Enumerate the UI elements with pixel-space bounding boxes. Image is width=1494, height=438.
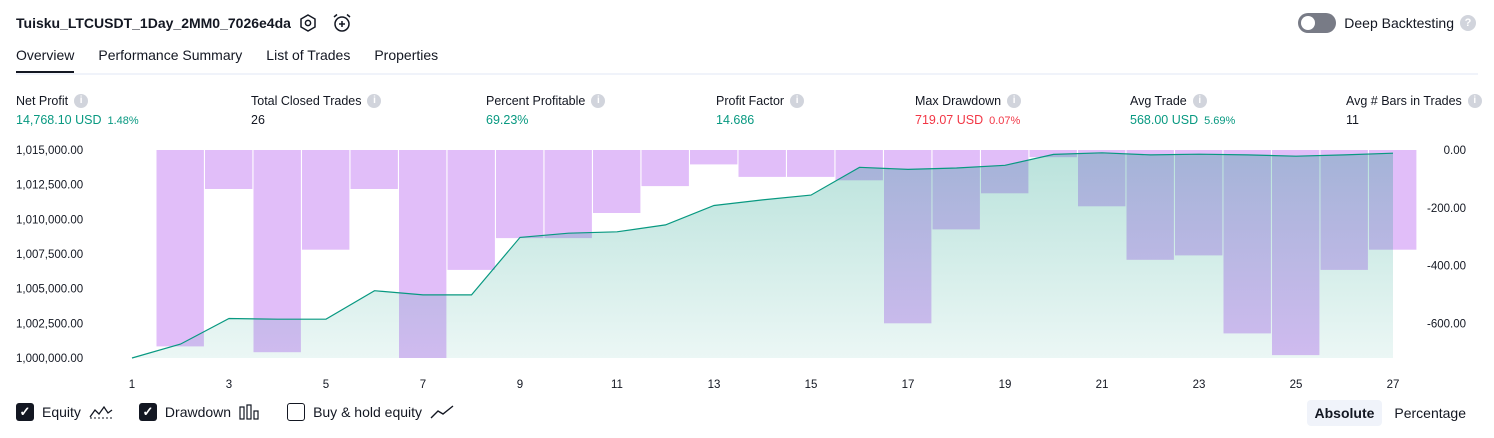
buy-hold-checkbox[interactable] (287, 403, 306, 421)
drawdown-bar (156, 150, 204, 347)
mode-percentage[interactable]: Percentage (1386, 400, 1474, 426)
drawdown-bar (302, 150, 350, 250)
metric-label: Avg # Bars in Trades (1346, 94, 1462, 108)
drawdown-bar (593, 150, 641, 213)
metric-label: Profit Factor (716, 94, 785, 108)
metric-sub: 1.48% (107, 115, 139, 127)
metric-value: 14,768.10 USD (16, 113, 102, 127)
equity-drawdown-chart[interactable]: 1,015,000.00 1,012,500.00 1,010,000.00 1,00… (0, 136, 1494, 396)
x-tick-label: 5 (323, 379, 329, 391)
x-tick-label: 17 (902, 379, 915, 391)
x-tick-label: 25 (1290, 379, 1303, 391)
drawdown-checkbox[interactable]: ✓ (138, 403, 157, 421)
deep-backtesting-label: Deep Backtesting (1344, 15, 1454, 31)
tab-properties[interactable]: Properties (374, 47, 438, 74)
deep-backtesting-control: Deep Backtesting ? (1298, 13, 1476, 33)
tab-divider (16, 73, 1478, 75)
x-tick-label: 27 (1387, 379, 1400, 391)
info-icon[interactable]: i (74, 94, 89, 108)
deep-backtesting-toggle[interactable] (1298, 13, 1337, 33)
drawdown-bar (496, 150, 544, 239)
toggle-knob (1301, 16, 1316, 30)
info-icon[interactable]: i (1467, 94, 1482, 108)
legend-label: Equity (42, 404, 81, 420)
legend-drawdown[interactable]: ✓ Drawdown (138, 403, 261, 421)
metric-value: 568.00 USD (1130, 113, 1199, 127)
metric-value: 14.686 (716, 113, 755, 127)
tab-bar: Overview Performance Summary List of Tra… (16, 47, 462, 74)
metric-total-closed-trades: Total Closed Trades i 26 (251, 94, 382, 127)
drawdown-bar (350, 150, 398, 189)
legend-equity[interactable]: ✓ Equity (16, 403, 113, 421)
x-tick-label: 23 (1193, 379, 1206, 391)
alarm-clock-plus-icon[interactable] (331, 12, 353, 34)
drawdown-bars-icon (239, 404, 259, 420)
question-icon[interactable]: ? (1460, 15, 1476, 31)
tab-performance-summary[interactable]: Performance Summary (98, 47, 242, 74)
info-icon[interactable]: i (367, 94, 382, 108)
drawdown-bar (205, 150, 253, 189)
metric-avg-trade: Avg Trade i 568.00 USD 5.69% (1130, 94, 1235, 127)
info-icon[interactable]: i (1007, 94, 1022, 108)
metric-value: 11 (1346, 113, 1359, 127)
metric-percent-profitable: Percent Profitable i 69.23% (486, 94, 606, 127)
tab-list-of-trades[interactable]: List of Trades (266, 47, 350, 74)
metric-label: Total Closed Trades (251, 94, 362, 108)
x-tick-label: 3 (226, 379, 232, 391)
metric-net-profit: Net Profit i 14,768.10 USD 1.48% (16, 94, 139, 127)
x-tick-label: 7 (420, 379, 426, 391)
metric-label: Max Drawdown (915, 94, 1002, 108)
drawdown-bar (738, 150, 786, 177)
x-tick-label: 21 (1096, 379, 1109, 391)
y-left-tick-label: 1,000,000.00 (16, 353, 83, 365)
equity-checkbox[interactable]: ✓ (16, 403, 34, 421)
y-right-tick-label: 0.00 (1444, 145, 1466, 157)
legend-label: Drawdown (164, 404, 232, 420)
mode-absolute[interactable]: Absolute (1306, 400, 1383, 426)
y-right-tick-label: -400.00 (1427, 261, 1466, 273)
metric-label: Percent Profitable (486, 94, 586, 108)
metric-label: Net Profit (16, 94, 69, 108)
x-tick-label: 13 (708, 379, 721, 391)
y-right-tick-label: -200.00 (1427, 203, 1466, 215)
metric-max-drawdown: Max Drawdown i 719.07 USD 0.07% (915, 94, 1022, 127)
equity-line-icon (89, 405, 113, 419)
y-left-tick-label: 1,005,000.00 (16, 284, 83, 296)
info-icon[interactable]: i (1192, 94, 1207, 108)
legend-label: Buy & hold equity (313, 404, 423, 420)
y-right-tick-label: -600.00 (1427, 318, 1466, 330)
tab-overview[interactable]: Overview (16, 47, 75, 74)
drawdown-bar (447, 150, 495, 270)
drawdown-bar (544, 150, 592, 239)
hexagon-gear-icon[interactable] (297, 12, 319, 34)
metric-label: Avg Trade (1130, 94, 1187, 108)
metric-avg-bars-in-trades: Avg # Bars in Trades i 11 (1346, 94, 1482, 127)
legend-buy-hold-equity[interactable]: Buy & hold equity (287, 403, 454, 421)
y-left-tick-label: 1,010,000.00 (16, 214, 83, 226)
buy-hold-line-icon (430, 405, 454, 419)
metric-value: 26 (251, 113, 265, 127)
y-left-tick-label: 1,015,000.00 (16, 145, 83, 157)
y-left-tick-label: 1,007,500.00 (16, 249, 83, 261)
y-left-tick-label: 1,002,500.00 (16, 318, 83, 330)
x-tick-label: 19 (999, 379, 1012, 391)
metric-sub: 0.07% (989, 115, 1021, 127)
info-icon[interactable]: i (591, 94, 606, 108)
metric-profit-factor: Profit Factor i 14.686 (716, 94, 805, 127)
metric-value: 719.07 USD (915, 113, 984, 127)
x-tick-label: 9 (517, 379, 523, 391)
scale-mode-switch: Absolute Percentage (1303, 400, 1475, 426)
chart-legend: ✓ Equity ✓ Drawdown Buy & hold equity (16, 403, 480, 421)
drawdown-bar (690, 150, 738, 165)
x-tick-label: 1 (129, 379, 135, 391)
drawdown-bar (787, 150, 835, 177)
drawdown-bar (641, 150, 689, 187)
x-tick-label: 11 (611, 379, 623, 391)
strategy-title: Tuisku_LTCUSDT_1Day_2MM0_7026e4da (16, 15, 291, 31)
info-icon[interactable]: i (790, 94, 805, 108)
y-left-tick-label: 1,012,500.00 (16, 180, 83, 192)
metric-value: 69.23% (486, 113, 529, 127)
metric-sub: 5.69% (1204, 115, 1236, 127)
x-tick-label: 15 (805, 379, 818, 391)
